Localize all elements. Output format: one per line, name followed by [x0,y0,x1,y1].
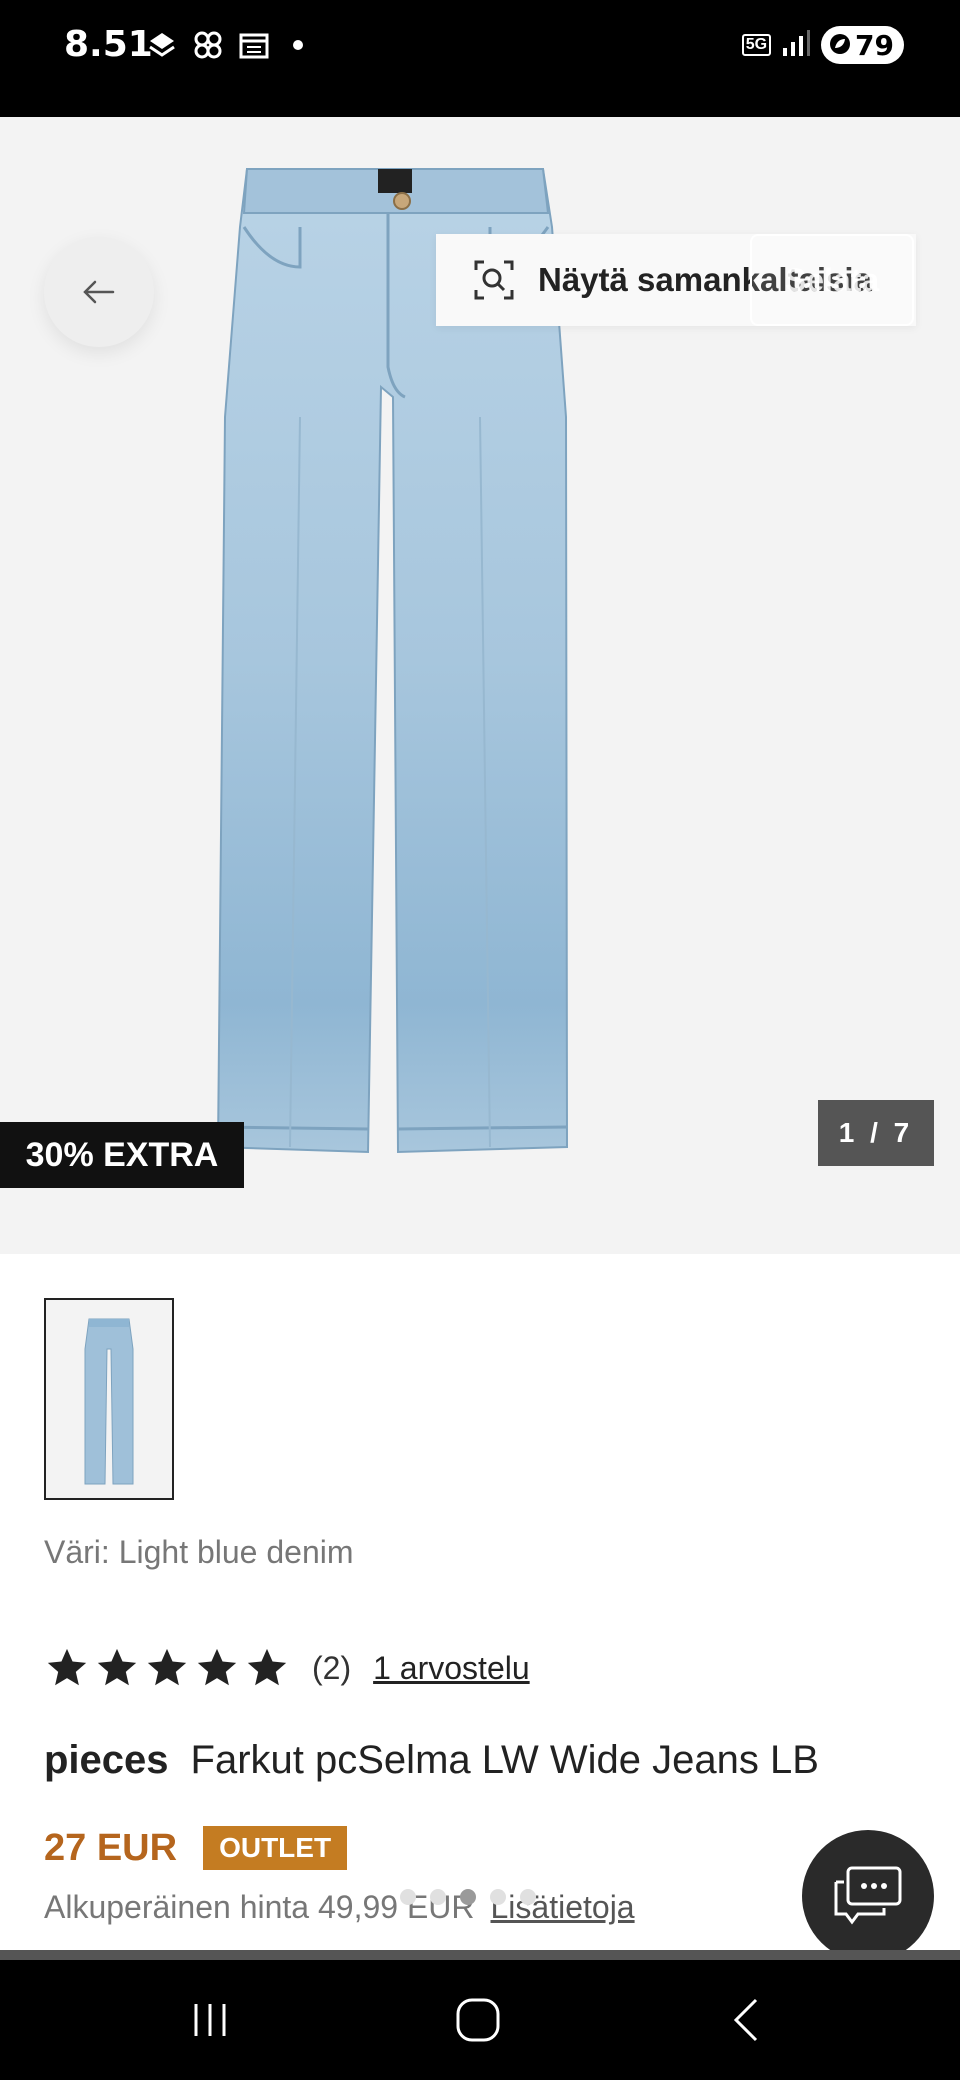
thumbnail-image [84,1318,134,1485]
recent-apps-icon [194,2004,226,2036]
arrow-left-icon [83,280,115,304]
home-icon [456,1998,500,2042]
status-icons-left [145,28,303,62]
brand-name[interactable]: pieces [44,1738,169,1782]
product-thumbnail[interactable] [44,1298,174,1500]
visual-search-icon [472,258,516,302]
battery-level: 79 [855,28,894,62]
star-icon [97,1648,137,1686]
battery-saver-icon [829,29,851,62]
product-title: pieces Farkut pcSelma LW Wide Jeans LB [44,1738,819,1783]
outlet-badge: OUTLET [203,1826,348,1870]
back-button[interactable] [44,237,154,347]
back-nav-button[interactable] [686,1960,806,2080]
image-counter: 1 / 7 [818,1100,934,1166]
extra-discount-badge: 30% EXTRA [0,1122,244,1188]
gallery-dot-active [460,1889,476,1905]
calendar-icon [237,28,271,62]
star-icon [247,1648,287,1686]
network-type-icon: 5G [741,34,772,56]
signal-icon [781,28,811,63]
chat-button[interactable] [802,1830,934,1962]
price: 27 EUR [44,1826,178,1869]
gallery-dot [400,1889,416,1905]
rating-row: (2) 1 arvostelu [44,1645,530,1691]
gallery-dots [400,1889,536,1905]
notification-app-icon [145,28,179,62]
home-button[interactable] [418,1960,538,2080]
gallery-dot [490,1889,506,1905]
product-image-gallery[interactable]: Näytä samankaltaisia Selata [0,117,960,1254]
star-icon [197,1648,237,1686]
original-price-row: Alkuperäinen hinta 49,99 EUR Lisätietoja [44,1889,635,1926]
chevron-left-icon [733,1998,758,2042]
product-name: Farkut pcSelma LW Wide Jeans LB [190,1738,819,1782]
star-icon [47,1648,87,1686]
price-row: 27 EUR OUTLET [44,1826,348,1870]
star-icon [147,1648,187,1686]
divider [0,1950,960,1960]
chat-icon [834,1866,902,1925]
status-bar: 8.51 5G 79 [0,0,960,117]
system-nav-bar [0,1960,960,2080]
reviews-link[interactable]: 1 arvostelu [373,1650,530,1687]
notification-dot-icon [293,40,303,50]
star-rating [44,1645,290,1691]
status-time: 8.51 [64,24,153,65]
gallery-dot [520,1889,536,1905]
battery-indicator: 79 [821,26,904,64]
gallery-dot [430,1889,446,1905]
pinwheel-icon [191,28,225,62]
rating-count: (2) [312,1649,352,1686]
color-info: Väri: Light blue denim [44,1534,354,1570]
status-icons-right: 5G 79 [741,26,904,64]
search-overlay-button[interactable]: Selata [750,234,914,326]
recent-apps-button[interactable] [150,1960,270,2080]
